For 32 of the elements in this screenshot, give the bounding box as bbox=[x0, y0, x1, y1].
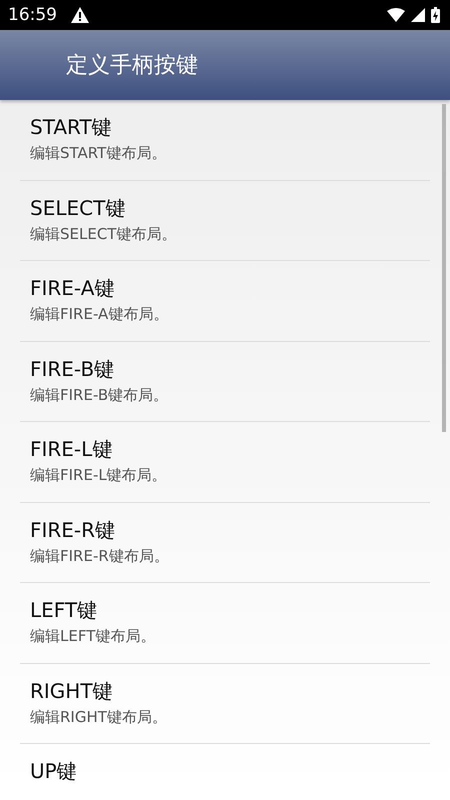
item-summary: 编辑RIGHT键布局。 bbox=[30, 708, 167, 726]
key-setting-item[interactable]: FIRE-B键 编辑FIRE-B键布局。 bbox=[20, 342, 430, 422]
key-setting-item[interactable]: FIRE-L键 编辑FIRE-L键布局。 bbox=[20, 422, 430, 502]
key-setting-item[interactable]: RIGHT键 编辑RIGHT键布局。 bbox=[20, 664, 430, 744]
battery-icon bbox=[431, 7, 440, 23]
item-title: FIRE-A键 bbox=[30, 275, 114, 302]
item-title: FIRE-B键 bbox=[30, 356, 114, 382]
item-title: UP键 bbox=[30, 758, 77, 785]
key-setting-item[interactable]: UP键 bbox=[20, 744, 430, 800]
item-title: FIRE-L键 bbox=[30, 436, 112, 463]
key-setting-item[interactable]: LEFT键 编辑LEFT键布局。 bbox=[20, 583, 430, 664]
wifi-icon bbox=[387, 8, 405, 22]
item-summary: 编辑LEFT键布局。 bbox=[30, 627, 156, 646]
screen-title: 定义手柄按键 bbox=[66, 52, 198, 80]
signal-icon bbox=[411, 8, 425, 22]
clock: 16:59 bbox=[8, 5, 57, 25]
item-summary: 编辑FIRE-A键布局。 bbox=[30, 305, 168, 324]
warning-icon bbox=[71, 7, 89, 23]
item-title: FIRE-R键 bbox=[30, 516, 116, 544]
item-title: SELECT键 bbox=[30, 194, 126, 222]
item-summary: 编辑FIRE-B键布局。 bbox=[30, 386, 168, 404]
item-summary: 编辑START键布局。 bbox=[30, 144, 166, 163]
key-setting-item[interactable]: SELECT键 编辑SELECT键布局。 bbox=[20, 180, 430, 261]
item-title: RIGHT键 bbox=[30, 678, 113, 704]
item-summary: 编辑FIRE-L键布局。 bbox=[30, 466, 167, 485]
item-title: START键 bbox=[30, 114, 112, 141]
key-setting-item[interactable]: FIRE-A键 编辑FIRE-A键布局。 bbox=[20, 261, 430, 342]
key-setting-item[interactable]: FIRE-R键 编辑FIRE-R键布局。 bbox=[20, 502, 430, 583]
item-summary: 编辑SELECT键布局。 bbox=[30, 224, 176, 244]
item-title: LEFT键 bbox=[30, 597, 98, 624]
item-summary: 编辑FIRE-R键布局。 bbox=[30, 546, 169, 566]
key-setting-item[interactable]: START键 编辑START键布局。 bbox=[20, 100, 430, 180]
